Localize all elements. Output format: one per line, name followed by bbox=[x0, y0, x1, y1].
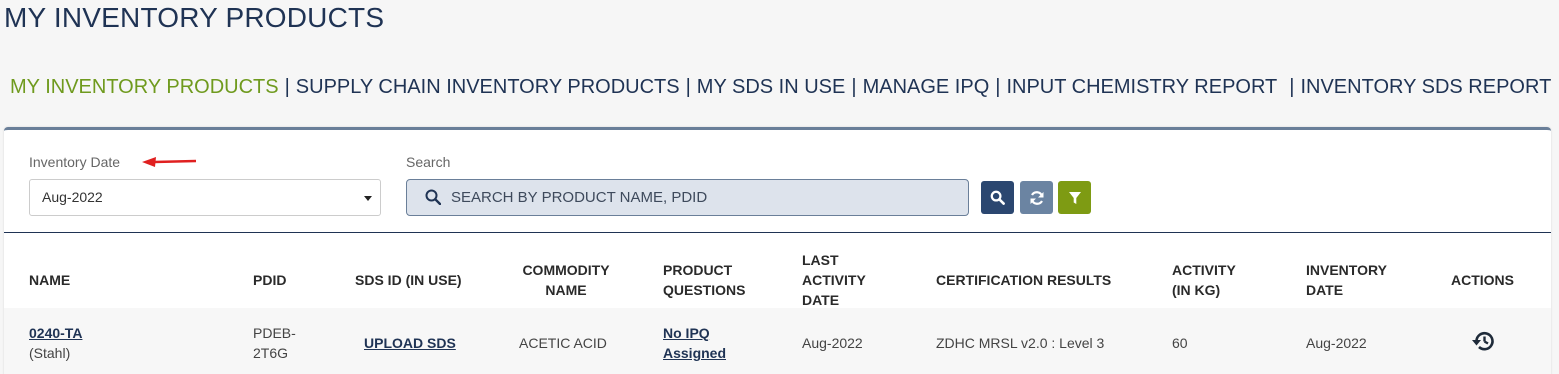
column-header-last-activity-date[interactable]: LAST ACTIVITY DATE bbox=[802, 250, 866, 310]
column-header-commodity-name[interactable]: COMMODITY NAME bbox=[514, 260, 618, 300]
nav-separator: | bbox=[685, 76, 691, 98]
inventory-date-select[interactable]: Aug-2022 bbox=[29, 179, 381, 216]
column-header-name[interactable]: NAME bbox=[29, 270, 70, 290]
certification-results-cell: ZDHC MRSL v2.0 : Level 3 bbox=[936, 335, 1105, 351]
nav-separator: | bbox=[1289, 76, 1295, 98]
column-header-pdid[interactable]: PDID bbox=[253, 270, 286, 290]
nav-my-sds-in-use[interactable]: MY SDS IN USE bbox=[697, 76, 846, 98]
last-activity-date-cell: Aug-2022 bbox=[802, 335, 863, 351]
page-title: MY INVENTORY PRODUCTS bbox=[4, 2, 385, 33]
inventory-date-cell: Aug-2022 bbox=[1306, 335, 1367, 351]
filter-icon bbox=[1068, 191, 1081, 204]
product-name-link[interactable]: 0240-TA bbox=[29, 323, 82, 343]
column-header-sds-id[interactable]: SDS ID (IN USE) bbox=[355, 270, 462, 290]
activity-cell: 60 bbox=[1172, 335, 1188, 351]
inventory-panel: Inventory Date Search Aug-2022 SEARCH BY… bbox=[4, 127, 1551, 374]
nav-separator: | bbox=[284, 76, 290, 98]
nav-my-inventory-products[interactable]: MY INVENTORY PRODUCTS bbox=[10, 76, 279, 98]
nav-separator: | bbox=[851, 76, 857, 98]
product-supplier: (Stahl) bbox=[29, 345, 71, 361]
column-header-certification-results[interactable]: CERTIFICATION RESULTS bbox=[936, 270, 1111, 290]
caret-down-icon bbox=[364, 196, 372, 201]
pdid-line: 2T6G bbox=[253, 345, 289, 361]
product-name-cell: 0240-TA (Stahl) bbox=[29, 323, 82, 363]
nav-inventory-sds-report[interactable]: INVENTORY SDS REPORT bbox=[1300, 76, 1551, 98]
history-icon[interactable] bbox=[1471, 330, 1495, 352]
sub-navigation: MY INVENTORY PRODUCTS | SUPPLY CHAIN INVEN… bbox=[10, 76, 1551, 99]
refresh-button[interactable] bbox=[1020, 181, 1053, 214]
nav-separator: | bbox=[995, 76, 1001, 98]
search-label: Search bbox=[406, 154, 451, 170]
refresh-icon bbox=[1030, 190, 1043, 205]
search-button[interactable] bbox=[981, 181, 1014, 214]
pdid-line: PDEB- bbox=[253, 325, 296, 341]
nav-manage-ipq[interactable]: MANAGE IPQ bbox=[863, 76, 990, 98]
column-header-activity[interactable]: ACTIVITY (IN KG) bbox=[1172, 260, 1236, 300]
search-icon bbox=[425, 189, 441, 205]
no-ipq-assigned-link[interactable]: No IPQ Assigned bbox=[663, 323, 726, 363]
pdid-cell: PDEB- 2T6G bbox=[253, 323, 296, 363]
search-box bbox=[406, 179, 969, 216]
column-header-product-questions[interactable]: PRODUCT QUESTIONS bbox=[663, 260, 745, 300]
inventory-date-label: Inventory Date bbox=[29, 154, 121, 170]
nav-input-chemistry-report[interactable]: INPUT CHEMISTRY REPORT bbox=[1006, 76, 1277, 98]
search-icon bbox=[990, 190, 1005, 205]
questions-line: Assigned bbox=[663, 345, 727, 361]
inventory-date-value: Aug-2022 bbox=[42, 189, 103, 205]
column-header-actions: ACTIONS bbox=[1451, 272, 1514, 288]
red-arrow-annotation bbox=[142, 157, 197, 167]
commodity-name-cell: ACETIC ACID bbox=[519, 335, 607, 351]
search-input[interactable] bbox=[451, 180, 951, 215]
column-header-inventory-date[interactable]: INVENTORY DATE bbox=[1306, 260, 1387, 300]
filter-button[interactable] bbox=[1058, 181, 1091, 214]
upload-sds-link[interactable]: UPLOAD SDS bbox=[364, 333, 456, 353]
questions-line: No IPQ bbox=[663, 325, 710, 341]
nav-supply-chain-inventory-products[interactable]: SUPPLY CHAIN INVENTORY PRODUCTS bbox=[296, 76, 680, 98]
table-top-border bbox=[4, 232, 1551, 233]
